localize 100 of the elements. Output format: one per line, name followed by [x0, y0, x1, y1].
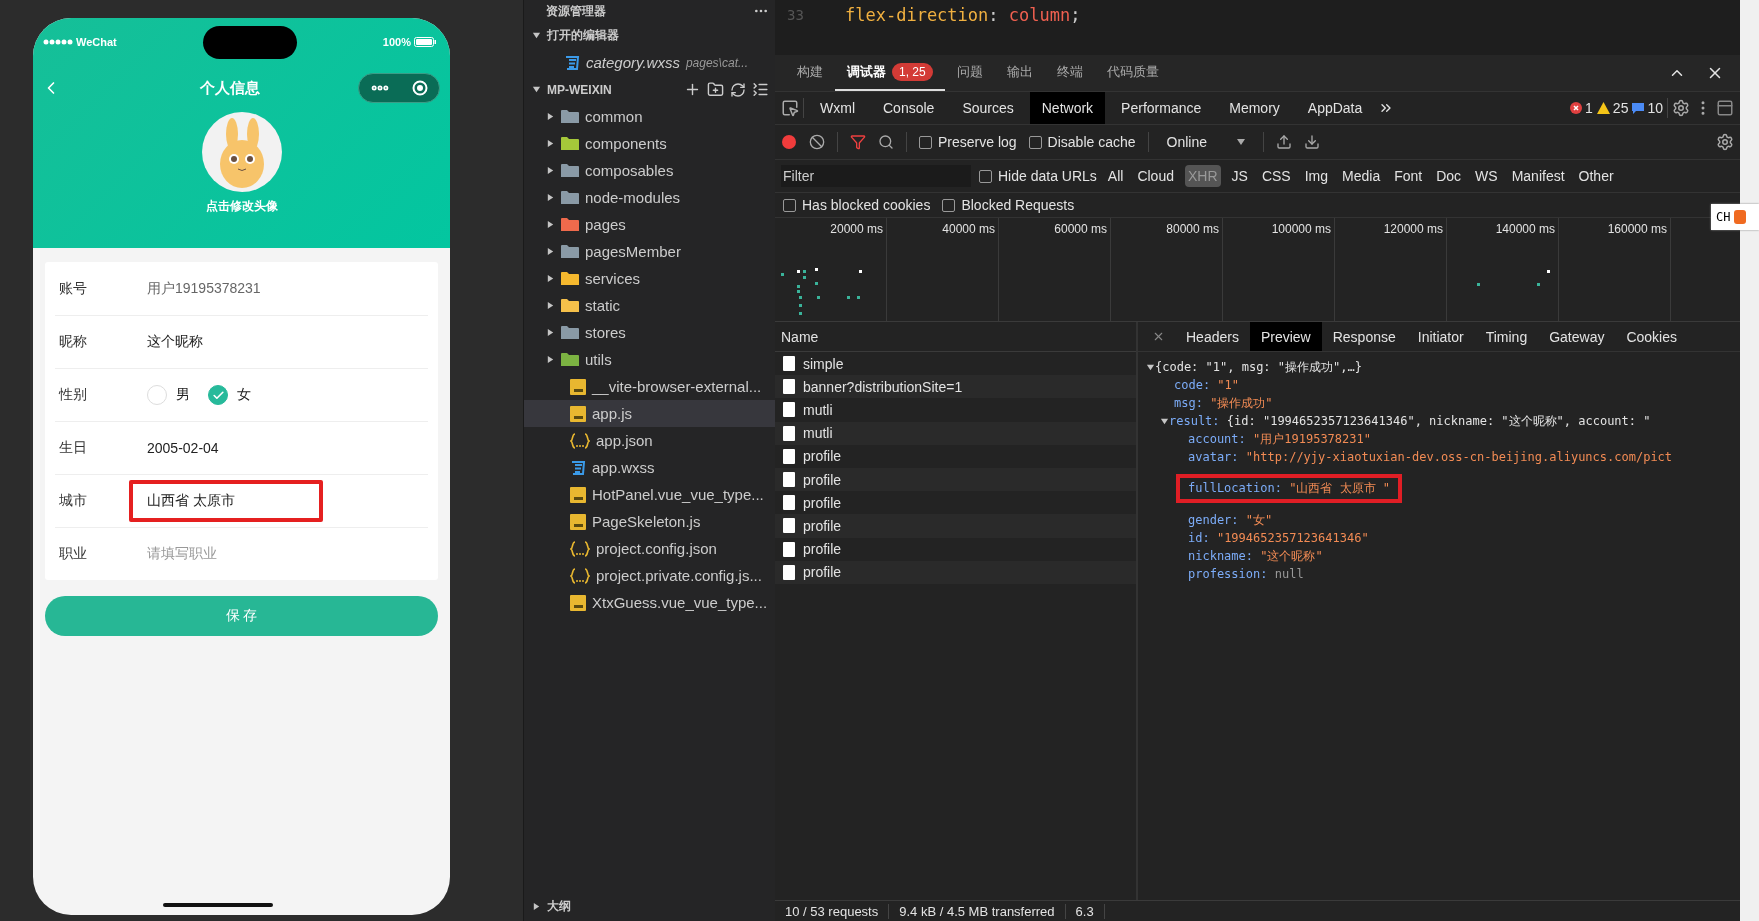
collapse-icon[interactable] [752, 81, 769, 98]
type-filter[interactable]: WS [1472, 165, 1501, 187]
tree-item[interactable]: composables [585, 162, 674, 179]
panel-tab[interactable]: AppData [1295, 92, 1375, 124]
checkbox[interactable] [783, 198, 796, 212]
expanded-triangle-icon[interactable] [1160, 416, 1169, 426]
detail-tab[interactable]: Preview [1249, 322, 1322, 351]
tree-item[interactable]: app.wxss [592, 459, 655, 476]
dock-icon[interactable] [1716, 99, 1734, 117]
new-file-icon[interactable] [684, 81, 701, 98]
collapsed-triangle-icon[interactable] [546, 328, 555, 337]
tree-item[interactable]: components [585, 135, 667, 152]
type-filter[interactable]: Cloud [1134, 165, 1177, 187]
tab[interactable]: 代码质量 [1094, 55, 1171, 91]
type-filter[interactable]: Manifest [1508, 165, 1568, 187]
download-icon[interactable] [1303, 134, 1320, 150]
tree-item[interactable]: __vite-browser-external... [592, 378, 762, 395]
input-field[interactable]: 2005-02-04 [129, 428, 237, 468]
filter-field[interactable]: Filter [781, 165, 971, 187]
tree-item[interactable]: static [585, 297, 620, 314]
collapsed-triangle-icon[interactable] [546, 166, 555, 175]
input-field[interactable]: 山西省 太原市 [129, 480, 323, 522]
record-icon[interactable] [412, 80, 428, 96]
collapsed-triangle-icon[interactable] [546, 193, 555, 202]
checkbox[interactable] [919, 135, 932, 149]
panel-tab[interactable]: Wxml [808, 92, 867, 124]
tree-item[interactable]: stores [585, 324, 626, 341]
detail-tab[interactable]: Gateway [1538, 322, 1616, 351]
collapsed-triangle-icon[interactable] [546, 274, 555, 283]
type-filter[interactable]: CSS [1258, 165, 1294, 187]
tree-item[interactable]: pages [585, 216, 626, 233]
detail-tab[interactable]: Response [1321, 322, 1407, 351]
request-name[interactable]: mutli [803, 425, 833, 442]
request-name[interactable]: profile [803, 471, 842, 488]
section-header[interactable]: MP-WEIXIN [547, 82, 612, 97]
collapsed-triangle-icon[interactable] [546, 139, 555, 148]
filter-icon[interactable] [850, 134, 866, 150]
tree-item[interactable]: HotPanel.vue_vue_type... [592, 486, 764, 503]
request-name[interactable]: profile [803, 494, 842, 511]
tree-item[interactable]: node-modules [585, 189, 681, 206]
new-folder-icon[interactable] [707, 81, 724, 98]
open-file-name[interactable]: category.wxss [586, 54, 680, 71]
capsule-menu[interactable] [358, 73, 440, 103]
request-name[interactable]: profile [803, 517, 842, 534]
refresh-icon[interactable] [730, 81, 746, 98]
tree-item[interactable]: common [585, 108, 643, 125]
tree-item[interactable]: pagesMember [585, 243, 681, 260]
collapsed-triangle-icon[interactable] [546, 301, 555, 310]
upload-icon[interactable] [1275, 134, 1292, 150]
collapsed-triangle-icon[interactable] [546, 247, 555, 256]
input-field[interactable]: 这个昵称 [129, 321, 221, 363]
preview-line[interactable]: {code: "1", msg: "操作成功",…} [1155, 358, 1362, 376]
detail-tab[interactable]: Cookies [1615, 322, 1689, 351]
radio-button[interactable] [208, 385, 228, 405]
request-name[interactable]: mutli [803, 401, 833, 418]
type-filter[interactable]: Img [1301, 165, 1332, 187]
settings-icon[interactable] [1672, 99, 1690, 117]
type-filter[interactable]: Doc [1433, 165, 1465, 187]
tab[interactable]: 构建 [785, 55, 835, 91]
panel-tab[interactable]: Memory [1217, 92, 1292, 124]
request-name[interactable]: simple [803, 355, 844, 372]
tree-item[interactable]: project.config.json [596, 540, 717, 557]
panel-tab[interactable]: Network [1029, 92, 1106, 124]
tree-item[interactable]: app.js [592, 405, 633, 422]
tree-item[interactable]: XtxGuess.vue_vue_type... [592, 594, 768, 611]
checkbox[interactable] [979, 169, 992, 183]
request-name[interactable]: profile [803, 448, 842, 465]
tab[interactable]: 终端 [1044, 55, 1095, 91]
detail-tab[interactable]: Timing [1474, 322, 1539, 351]
tree-item[interactable]: PageSkeleton.js [592, 513, 701, 530]
detail-tab[interactable]: Headers [1175, 322, 1250, 351]
checkbox[interactable] [942, 198, 956, 212]
request-name[interactable]: profile [803, 541, 842, 558]
tab[interactable]: 问题 [944, 55, 995, 91]
clear-icon[interactable] [809, 134, 825, 150]
column-header[interactable]: Name [781, 328, 819, 345]
section-header[interactable]: 大纲 [547, 897, 571, 915]
section-header[interactable]: 打开的编辑器 [547, 27, 619, 44]
request-name[interactable]: profile [803, 564, 842, 581]
ime-indicator[interactable]: CH [1711, 204, 1759, 230]
tree-item[interactable]: app.json [596, 432, 653, 449]
throttling-dropdown[interactable]: Online [1160, 133, 1251, 151]
collapsed-triangle-icon[interactable] [546, 355, 555, 364]
type-filter[interactable]: Font [1391, 165, 1426, 187]
tree-item[interactable]: project.private.config.js... [596, 567, 762, 584]
preview-line[interactable]: result: {id: "1994652357123641346", nickname: "这个昵称", account: " [1169, 412, 1651, 430]
tab[interactable]: 输出 [994, 55, 1045, 91]
expanded-triangle-icon[interactable] [1146, 362, 1155, 372]
checkbox[interactable] [1028, 135, 1042, 149]
collapsed-triangle-icon[interactable] [546, 220, 555, 229]
tab[interactable]: 调试器 1, 25 [835, 55, 945, 91]
expanded-triangle-icon[interactable] [532, 85, 541, 94]
type-filter[interactable]: Media [1339, 165, 1384, 187]
record-icon[interactable] [781, 134, 797, 150]
panel-tab[interactable]: Sources [950, 92, 1026, 124]
type-filter[interactable]: All [1104, 165, 1127, 187]
search-icon[interactable] [878, 134, 894, 150]
panel-tab[interactable]: Console [871, 92, 947, 124]
type-filter[interactable]: JS [1228, 165, 1251, 187]
panel-tab[interactable]: Performance [1109, 92, 1214, 124]
